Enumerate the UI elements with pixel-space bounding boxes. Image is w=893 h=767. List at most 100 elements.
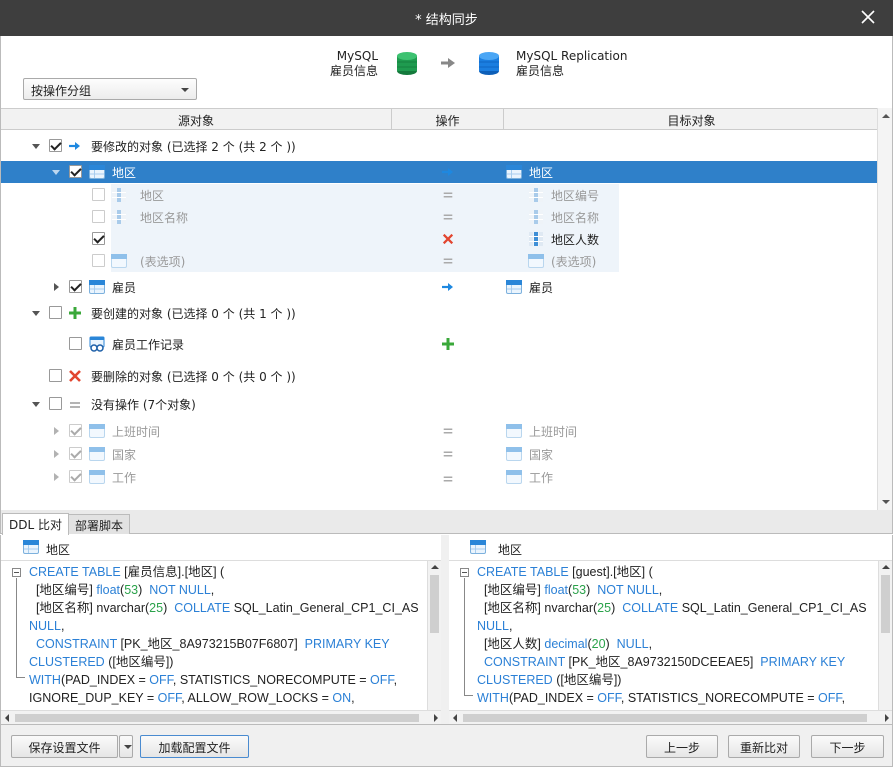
- checkbox[interactable]: [49, 139, 62, 152]
- group-create[interactable]: 要创建的对象 (已选择 0 个 (共 1 个 )): [1, 302, 879, 324]
- group-delete[interactable]: 要删除的对象 (已选择 0 个 (共 0 个 )): [1, 365, 879, 387]
- expand-icon[interactable]: [54, 427, 59, 435]
- code-token: ): [586, 583, 598, 597]
- collapse-icon[interactable]: [32, 311, 40, 316]
- code-token: ,: [841, 691, 846, 705]
- plus-icon: [441, 337, 455, 351]
- scroll-up-icon[interactable]: [882, 114, 890, 118]
- code-line: CREATE TABLE [雇员信息].[地区] (: [29, 563, 427, 581]
- code-token: ,: [508, 619, 513, 633]
- ddl-target-hscroll[interactable]: [449, 710, 892, 724]
- save-config-dropdown[interactable]: [119, 735, 133, 758]
- code-token: PRIMARY KEY: [304, 637, 390, 651]
- expand-icon[interactable]: [54, 450, 59, 458]
- code-token: ON: [332, 691, 352, 705]
- checkbox[interactable]: [69, 280, 82, 293]
- code-token: NULL: [477, 619, 509, 633]
- field-row[interactable]: 地区 地区编号: [1, 184, 879, 206]
- table-icon: [89, 164, 105, 180]
- code-token: [地区编号]: [477, 583, 545, 597]
- expand-icon[interactable]: [54, 283, 59, 291]
- sync-direction-icon: [441, 58, 455, 68]
- code-token: 53: [124, 583, 139, 597]
- source-database-icon: [397, 52, 417, 75]
- field-row[interactable]: 地区人数: [1, 228, 879, 250]
- group-by-select[interactable]: 按操作分组: [23, 78, 197, 100]
- checkbox[interactable]: [92, 254, 105, 267]
- code-token: COLLATE: [622, 601, 679, 615]
- source-options-label: (表选项): [140, 255, 186, 269]
- ddl-source-vscroll[interactable]: [427, 561, 441, 711]
- table-icon: [89, 423, 105, 439]
- field-row[interactable]: 地区名称 地区名称: [1, 206, 879, 228]
- table-row-guyuan[interactable]: 雇员 雇员: [1, 276, 879, 298]
- ddl-target-pane: 地区 CREATE TABLE [guest].[地区] ( [地区编号] fl…: [449, 535, 893, 725]
- equal-icon: [68, 398, 82, 412]
- job-icon: [89, 336, 105, 352]
- code-token: [地区名称] nvarchar(: [477, 601, 598, 615]
- target-table-label: 上班时间: [529, 425, 578, 439]
- code-line: [地区编号] float(53) NOT NULL,: [29, 581, 427, 599]
- code-line: CREATE TABLE [guest].[地区] (: [477, 563, 878, 581]
- checkbox[interactable]: [49, 397, 62, 410]
- checkbox[interactable]: [69, 424, 82, 437]
- table-options-row[interactable]: (表选项) (表选项): [1, 250, 879, 272]
- load-config-button[interactable]: 加载配置文件: [140, 735, 249, 758]
- column-source[interactable]: 源对象: [1, 112, 391, 129]
- target-options-label: (表选项): [551, 255, 597, 269]
- code-token: ,: [351, 691, 355, 705]
- target-field-label: 地区人数: [551, 233, 600, 247]
- pane-splitter[interactable]: [441, 535, 449, 725]
- checkbox[interactable]: [69, 165, 82, 178]
- next-button[interactable]: 下一步: [811, 735, 884, 758]
- ddl-source-code[interactable]: CREATE TABLE [雇员信息].[地区] ( [地区编号] float(…: [29, 563, 427, 707]
- checkbox[interactable]: [49, 369, 62, 382]
- recompare-button[interactable]: 重新比对: [728, 735, 800, 758]
- scroll-down-icon[interactable]: [882, 500, 890, 504]
- modify-arrow-icon: [441, 166, 455, 178]
- checkbox[interactable]: [69, 447, 82, 460]
- checkbox[interactable]: [49, 306, 62, 319]
- noop-row[interactable]: 工作 工作: [1, 466, 879, 488]
- group-noop[interactable]: 没有操作 (7个对象): [1, 393, 879, 415]
- create-item-row[interactable]: 雇员工作记录: [1, 333, 879, 355]
- collapse-icon[interactable]: [32, 402, 40, 407]
- code-token: OFF: [149, 673, 173, 687]
- checkbox[interactable]: [69, 470, 82, 483]
- noop-row[interactable]: 上班时间 上班时间: [1, 420, 879, 442]
- ddl-target-vscroll[interactable]: [878, 561, 892, 711]
- code-line: NULL,: [477, 617, 878, 635]
- group-modify[interactable]: 要修改的对象 (已选择 2 个 (共 2 个 )): [1, 135, 879, 157]
- code-token: ,: [648, 637, 653, 651]
- column-operation[interactable]: 操作: [392, 112, 503, 129]
- close-icon[interactable]: [859, 8, 877, 26]
- save-config-button[interactable]: 保存设置文件: [11, 735, 118, 758]
- noop-row[interactable]: 国家 国家: [1, 443, 879, 465]
- collapse-icon[interactable]: [52, 170, 60, 175]
- checkbox[interactable]: [69, 337, 82, 350]
- prev-button[interactable]: 上一步: [646, 735, 718, 758]
- window-title: * 结构同步: [415, 13, 478, 28]
- table-icon: [470, 539, 486, 555]
- ddl-source-hscroll[interactable]: [1, 710, 441, 724]
- tree-scrollbar[interactable]: [877, 108, 892, 510]
- table-icon: [89, 446, 105, 462]
- checkbox[interactable]: [92, 232, 105, 245]
- checkbox[interactable]: [92, 210, 105, 223]
- fold-toggle-icon[interactable]: [12, 568, 21, 577]
- expand-icon[interactable]: [54, 473, 59, 481]
- checkbox[interactable]: [92, 188, 105, 201]
- create-item-label: 雇员工作记录: [112, 338, 185, 352]
- column-target[interactable]: 目标对象: [504, 112, 879, 129]
- table-row-diqu[interactable]: 地区 地区: [1, 161, 879, 183]
- code-line: [地区名称] nvarchar(25) COLLATE SQL_Latin_Ge…: [477, 599, 878, 617]
- code-token: OFF: [370, 673, 394, 687]
- fold-toggle-icon[interactable]: [460, 568, 469, 577]
- tab-deploy-script[interactable]: 部署脚本: [68, 514, 131, 534]
- ddl-target-code[interactable]: CREATE TABLE [guest].[地区] ( [地区编号] float…: [477, 563, 878, 707]
- code-token: ,: [60, 619, 65, 633]
- code-token: ,: [393, 673, 398, 687]
- tab-ddl-compare[interactable]: DDL 比对: [2, 513, 69, 535]
- collapse-icon[interactable]: [32, 144, 40, 149]
